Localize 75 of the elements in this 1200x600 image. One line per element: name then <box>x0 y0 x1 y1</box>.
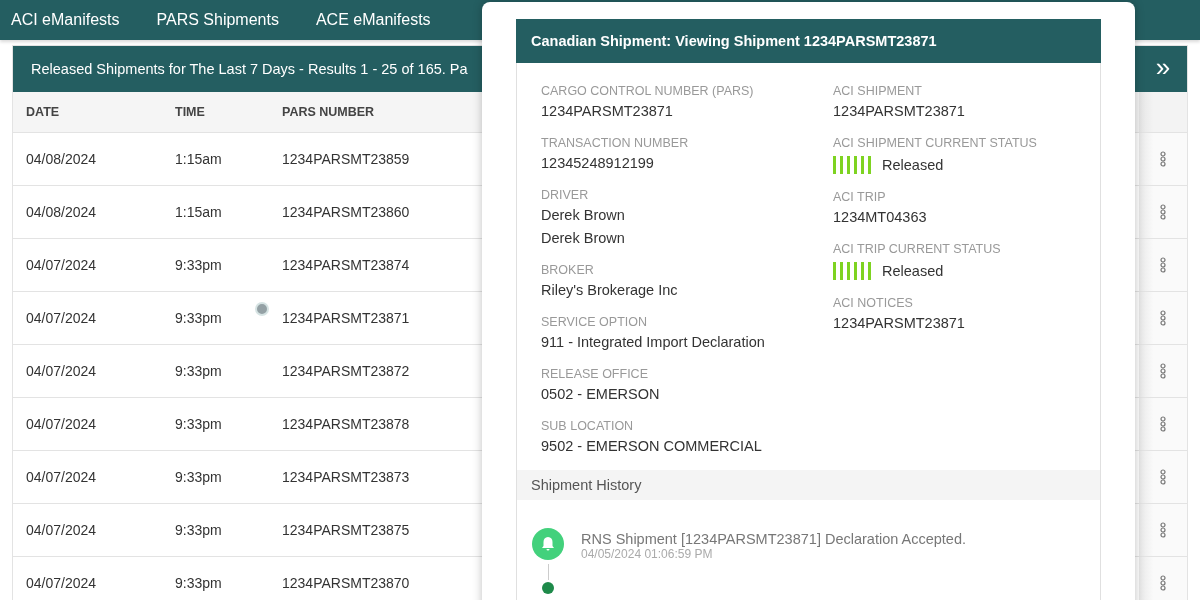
time-cell-text: 1:15am <box>174 204 223 220</box>
status-value: Released <box>882 156 944 175</box>
more-options-icon[interactable] <box>1160 151 1166 167</box>
time-cell-text: 1:15am <box>174 151 223 167</box>
pars-number-cell: 1234PARSMT23870 <box>282 575 410 591</box>
time-cell-text: 9:33pm <box>174 416 223 432</box>
timeline-dot-icon <box>542 582 554 594</box>
field-value: 12345248912199 <box>541 154 655 173</box>
pars-number-cell: 1234PARSMT23860 <box>282 204 410 220</box>
field-label: RELEASE OFFICE <box>541 367 649 381</box>
time-cell-text: 9:33pm <box>174 257 223 273</box>
field-value: 1234PARSMT23871 <box>833 102 966 121</box>
field-value: Riley's Brokerage Inc <box>541 281 679 300</box>
time-cell-text: 9:33pm <box>174 363 223 379</box>
pars-number-cell: 1234PARSMT23873 <box>282 469 410 485</box>
field-value: 1234PARSMT23871 <box>541 102 674 121</box>
date-cell-text: 04/08/2024 <box>25 151 98 167</box>
date-cell-text: 04/07/2024 <box>25 310 98 326</box>
date-cell-text: 04/07/2024 <box>25 469 98 485</box>
field-value: 911 - Integrated Import Declaration <box>541 333 766 352</box>
date-cell-text: 04/07/2024 <box>25 363 98 379</box>
panel-title: Released Shipments for The Last 7 Days - Results 1 - 25 of 165. Pa <box>31 61 468 77</box>
history-title: Shipment History <box>531 477 642 493</box>
date-cell-text: 04/08/2024 <box>25 204 98 220</box>
field-label: SERVICE OPTION <box>541 315 649 329</box>
field-label: ACI SHIPMENT CURRENT STATUS <box>833 136 1038 150</box>
column-header: DATE <box>25 105 61 119</box>
field-value: 9502 - EMERSON COMMERCIAL <box>541 437 763 456</box>
field-label: DRIVER <box>541 188 590 202</box>
field-label: ACI NOTICES <box>833 296 914 310</box>
history-message: RNS Shipment [1234PARSMT23871] Declaration Accepted. <box>581 531 966 547</box>
status-value: Released <box>882 262 944 281</box>
date-cell-text: 04/07/2024 <box>25 257 98 273</box>
column-header: TIME <box>174 105 206 119</box>
field-label: SUB LOCATION <box>541 419 635 433</box>
pars-number-cell: 1234PARSMT23874 <box>282 257 410 273</box>
field-label: ACI TRIP <box>833 190 887 204</box>
more-options-icon[interactable] <box>1160 575 1166 591</box>
history-timestamp: 04/05/2024 01:06:59 PM <box>581 547 714 561</box>
time-cell-text: 9:33pm <box>174 575 223 591</box>
pars-number-cell: 1234PARSMT23871 <box>282 310 410 326</box>
more-options-icon[interactable] <box>1160 522 1166 538</box>
field-value: 1234MT04363 <box>833 208 928 227</box>
pars-number-cell: 1234PARSMT23875 <box>282 522 410 538</box>
field-label: ACI TRIP CURRENT STATUS <box>833 242 1002 256</box>
more-options-icon[interactable] <box>1160 310 1166 326</box>
field-label: CARGO CONTROL NUMBER (PARS) <box>541 84 755 98</box>
nav-link[interactable]: ACE eManifests <box>315 11 431 29</box>
pars-number-cell: 1234PARSMT23878 <box>282 416 410 432</box>
more-options-icon[interactable] <box>1160 204 1166 220</box>
field-value: Derek Brown <box>541 206 626 225</box>
field-label: BROKER <box>541 263 595 277</box>
expand-button[interactable]: » <box>1139 46 1187 92</box>
time-cell-text: 9:33pm <box>174 469 223 485</box>
field-value: 0502 - EMERSON <box>541 385 661 404</box>
column-header: PARS NUMBER <box>281 105 376 119</box>
modal-title: Canadian Shipment: Viewing Shipment 1234PARSMT23871 <box>531 33 937 49</box>
more-options-icon[interactable] <box>1160 257 1166 273</box>
date-cell-text: 04/07/2024 <box>25 416 98 432</box>
time-cell-text: 9:33pm <box>174 310 223 326</box>
more-options-icon[interactable] <box>1160 469 1166 485</box>
pars-number-cell: 1234PARSMT23859 <box>282 151 410 167</box>
nav-link[interactable]: PARS Shipments <box>156 11 279 29</box>
more-options-icon[interactable] <box>1160 416 1166 432</box>
date-cell-text: 04/07/2024 <box>25 575 98 591</box>
field-label: ACI SHIPMENT <box>833 84 923 98</box>
field-label: TRANSACTION NUMBER <box>541 136 690 150</box>
time-cell-text: 9:33pm <box>174 522 223 538</box>
more-options-icon[interactable] <box>1160 363 1166 379</box>
field-value: 1234PARSMT23871 <box>833 314 966 333</box>
date-cell-text: 04/07/2024 <box>25 522 98 538</box>
nav-link[interactable]: ACI eManifests <box>11 11 120 29</box>
pars-number-cell: 1234PARSMT23872 <box>282 363 410 379</box>
bell-icon <box>532 528 564 560</box>
field-value: Derek Brown <box>541 229 626 248</box>
